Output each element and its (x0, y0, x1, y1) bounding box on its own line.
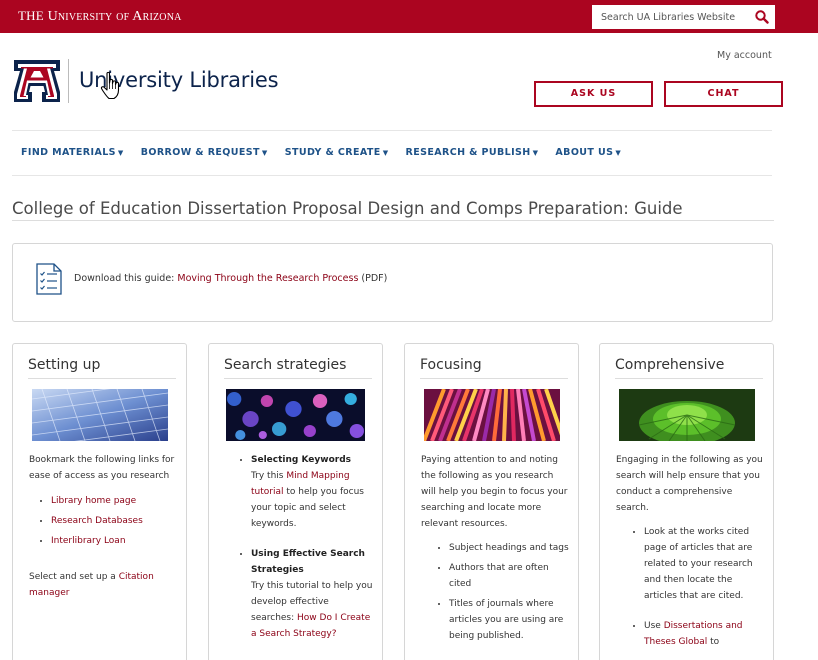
effective-strategies-heading: Using Effective Search Strategies (251, 549, 365, 575)
card-body: Bookmark the following links for ease of… (29, 452, 177, 601)
university-wordmark[interactable]: The University of Arizona (18, 8, 182, 25)
nav-label: STUDY & CREATE (284, 147, 381, 158)
university-the: The (18, 8, 44, 23)
university-top-bar: The University of Arizona (0, 0, 818, 33)
logo-divider (68, 59, 69, 103)
colorful-threads-image (424, 389, 560, 441)
list-item: Research Databases (51, 513, 177, 529)
bokeh-lights-image (226, 389, 365, 441)
card-title: Setting up (28, 357, 101, 373)
card-intro: Bookmark the following links for ease of… (29, 455, 175, 481)
nav-bottom-divider (12, 175, 772, 176)
bookmark-links-list: Library home page Research Databases Int… (29, 493, 177, 549)
card-setting-up: Setting up Bookmark the following links … (12, 343, 187, 660)
download-text: Download this guide: Moving Through the … (74, 273, 387, 284)
ask-us-button[interactable]: ASK US (534, 81, 653, 107)
list-item: Look at the works cited page of articles… (644, 524, 764, 604)
search-icon[interactable] (754, 9, 770, 25)
download-suffix: (PDF) (358, 273, 388, 284)
main-navigation: FIND MATERIALS ▼ BORROW & REQUEST ▼ STUDY … (21, 147, 638, 158)
list-item: Library home page (51, 493, 177, 509)
list-item: Selecting Keywords Try this Mind Mapping… (251, 452, 373, 532)
site-search (592, 5, 775, 29)
nav-borrow-request[interactable]: BORROW & REQUEST ▼ (141, 147, 268, 158)
list-item: Interlibrary Loan (51, 533, 177, 549)
my-account-link[interactable]: My account (717, 50, 772, 61)
caret-down-icon: ▼ (261, 149, 268, 157)
chat-button[interactable]: CHAT (664, 81, 783, 107)
checklist-document-icon (36, 263, 62, 295)
caret-down-icon: ▼ (532, 149, 539, 157)
title-divider (12, 220, 774, 221)
comprehensive-list: Look at the works cited page of articles… (616, 524, 764, 650)
card-search-strategies: Search strategies Selecting Keywords Try… (208, 343, 383, 660)
card-body: Selecting Keywords Try this Mind Mapping… (225, 452, 373, 656)
page-title: College of Education Dissertation Propos… (12, 199, 683, 218)
list-item: Authors that are often cited (449, 560, 569, 592)
card-body: Engaging in the following as you search … (616, 452, 764, 660)
search-strategy-list: Selecting Keywords Try this Mind Mapping… (225, 452, 373, 642)
item-text: Try this (251, 471, 287, 481)
caret-down-icon: ▼ (117, 149, 124, 157)
download-guide-box: Download this guide: Moving Through the … (12, 243, 773, 322)
list-item: Use Dissertations and Theses Global to (644, 618, 764, 650)
item-text: Look at the works cited page of articles… (644, 527, 753, 601)
card-intro: Paying attention to and noting the follo… (421, 455, 568, 529)
citation-prefix: Select and set up a (29, 572, 119, 582)
card-focusing: Focusing Paying attention to and noting … (404, 343, 579, 660)
site-search-input[interactable] (593, 6, 753, 28)
interlibrary-loan-link[interactable]: Interlibrary Loan (51, 536, 126, 546)
caret-down-icon: ▼ (615, 149, 622, 157)
item-text: to (707, 637, 720, 647)
download-guide-link[interactable]: Moving Through the Research Process (177, 273, 358, 284)
nav-research-publish[interactable]: RESEARCH & PUBLISH ▼ (406, 147, 539, 158)
card-intro: Engaging in the following as you search … (616, 455, 763, 513)
card-divider (28, 378, 176, 379)
research-databases-link[interactable]: Research Databases (51, 516, 143, 526)
glass-building-image (32, 389, 168, 441)
list-item: Using Effective Search Strategies Try th… (251, 546, 373, 642)
ua-block-a-logo[interactable] (12, 58, 62, 104)
card-title: Comprehensive (615, 357, 725, 373)
green-chrysanthemum-image (619, 389, 755, 441)
download-prefix: Download this guide: (74, 273, 178, 284)
citation-text: Select and set up a Citation manager (29, 569, 177, 601)
card-body: Paying attention to and noting the follo… (421, 452, 569, 658)
card-title: Search strategies (224, 357, 347, 373)
caret-down-icon: ▼ (382, 149, 389, 157)
nav-label: BORROW & REQUEST (140, 147, 260, 158)
university-name: University of Arizona (47, 9, 182, 24)
selecting-keywords-heading: Selecting Keywords (251, 455, 352, 465)
library-home-link[interactable]: Library home page (51, 496, 136, 506)
nav-top-divider (12, 130, 772, 131)
hand-cursor-icon (100, 71, 120, 100)
nav-label: FIND MATERIALS (21, 147, 116, 158)
nav-find-materials[interactable]: FIND MATERIALS ▼ (21, 147, 124, 158)
nav-study-create[interactable]: STUDY & CREATE ▼ (285, 147, 389, 158)
list-item: Titles of journals where articles you ar… (449, 596, 569, 644)
nav-label: RESEARCH & PUBLISH (405, 147, 531, 158)
item-text: Use (644, 621, 664, 631)
nav-about-us[interactable]: ABOUT US ▼ (555, 147, 621, 158)
card-divider (420, 378, 568, 379)
list-item: Subject headings and tags (449, 540, 569, 556)
card-divider (615, 378, 763, 379)
card-title: Focusing (420, 357, 482, 373)
card-divider (224, 378, 372, 379)
focusing-list: Subject headings and tags Authors that a… (421, 540, 569, 644)
nav-label: ABOUT US (555, 147, 614, 158)
card-comprehensive: Comprehensive Engaging in the following … (599, 343, 774, 660)
